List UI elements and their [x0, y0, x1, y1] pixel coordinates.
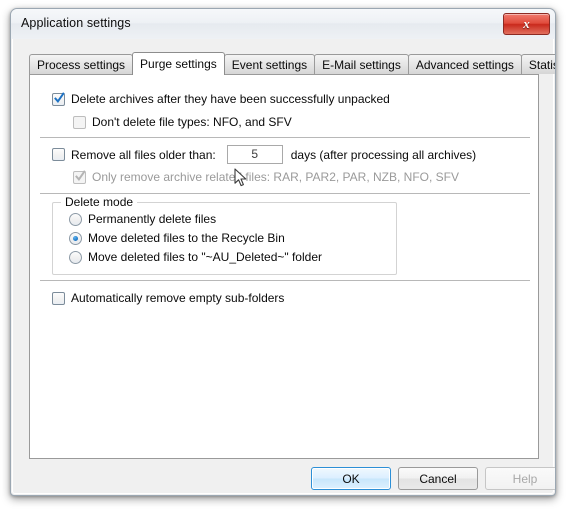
remove-older-row[interactable]: Remove all files older than: 5 days (aft…	[52, 145, 476, 164]
dont-delete-types-checkbox	[73, 115, 86, 129]
application-settings-dialog: Application settings x Process settings …	[10, 8, 556, 496]
tab-label: Process settings	[37, 58, 126, 72]
ok-button[interactable]: OK	[311, 467, 391, 490]
separator-1	[40, 137, 530, 138]
dont-delete-types-row: Don't delete file types: NFO, and SFV	[73, 115, 292, 129]
tab-strip: Process settings Purge settings Event se…	[29, 52, 555, 75]
radio-au-deleted-folder-row[interactable]: Move deleted files to "~AU_Deleted~" fol…	[69, 250, 322, 264]
separator-3	[40, 280, 530, 281]
radio-permanently-delete-row[interactable]: Permanently delete files	[69, 212, 216, 226]
radio-permanently-delete[interactable]	[69, 212, 82, 226]
radio-au-deleted-folder-label: Move deleted files to "~AU_Deleted~" fol…	[88, 250, 322, 264]
tab-label: Event settings	[231, 58, 308, 72]
delete-mode-title: Delete mode	[61, 195, 138, 209]
remove-older-label: Remove all files older than:	[71, 147, 216, 162]
only-archive-related-checkbox	[73, 169, 86, 184]
delete-archives-label: Delete archives after they have been suc…	[71, 92, 390, 106]
days-suffix-label: days (after processing all archives)	[290, 147, 477, 162]
days-input[interactable]: 5	[226, 145, 283, 164]
tab-event-settings[interactable]: Event settings	[223, 54, 316, 74]
tab-advanced-settings[interactable]: Advanced settings	[407, 54, 522, 74]
title-bar[interactable]: Application settings x	[11, 9, 555, 39]
radio-recycle-bin-label: Move deleted files to the Recycle Bin	[88, 231, 285, 245]
auto-remove-empty-row[interactable]: Automatically remove empty sub-folders	[52, 291, 284, 305]
tab-email-settings[interactable]: E-Mail settings	[314, 54, 409, 74]
separator-2	[40, 193, 530, 194]
only-archive-related-row: Only remove archive related files: RAR, …	[73, 169, 459, 184]
purge-settings-panel: Delete archives after they have been suc…	[29, 74, 539, 459]
close-icon: x	[523, 16, 530, 31]
auto-remove-empty-checkbox[interactable]	[52, 291, 65, 305]
tab-label: Statistics	[528, 58, 555, 72]
close-button[interactable]: x	[503, 13, 550, 35]
tab-process-settings[interactable]: Process settings	[29, 54, 134, 74]
tab-label: E-Mail settings	[322, 58, 401, 72]
checkmark-icon	[75, 169, 86, 183]
checkmark-icon	[54, 91, 65, 105]
radio-au-deleted-folder[interactable]	[69, 250, 82, 264]
tab-label: Purge settings	[140, 57, 217, 71]
radio-recycle-bin[interactable]	[69, 231, 82, 245]
remove-older-checkbox[interactable]	[52, 148, 65, 161]
help-button-label: Help	[512, 471, 538, 486]
radio-permanently-delete-label: Permanently delete files	[88, 212, 217, 226]
help-button: Help	[485, 467, 555, 490]
screen: Application settings x Process settings …	[0, 0, 574, 516]
delete-archives-checkbox[interactable]	[52, 91, 65, 106]
tab-statistics[interactable]: Statistics	[520, 54, 555, 74]
cancel-button[interactable]: Cancel	[398, 467, 478, 490]
delete-mode-group: Delete mode Permanently delete files Mov…	[52, 195, 397, 275]
window-title: Application settings	[21, 16, 131, 30]
delete-archives-row[interactable]: Delete archives after they have been suc…	[52, 91, 390, 106]
ok-button-label: OK	[342, 471, 360, 486]
dont-delete-types-label: Don't delete file types: NFO, and SFV	[92, 115, 292, 129]
only-archive-related-label: Only remove archive related files: RAR, …	[92, 170, 459, 184]
tab-purge-settings[interactable]: Purge settings	[132, 52, 225, 75]
cancel-button-label: Cancel	[419, 471, 457, 486]
radio-recycle-bin-row[interactable]: Move deleted files to the Recycle Bin	[69, 231, 285, 245]
tab-label: Advanced settings	[415, 58, 514, 72]
radio-selected-dot	[73, 235, 78, 241]
auto-remove-empty-label: Automatically remove empty sub-folders	[71, 291, 285, 305]
